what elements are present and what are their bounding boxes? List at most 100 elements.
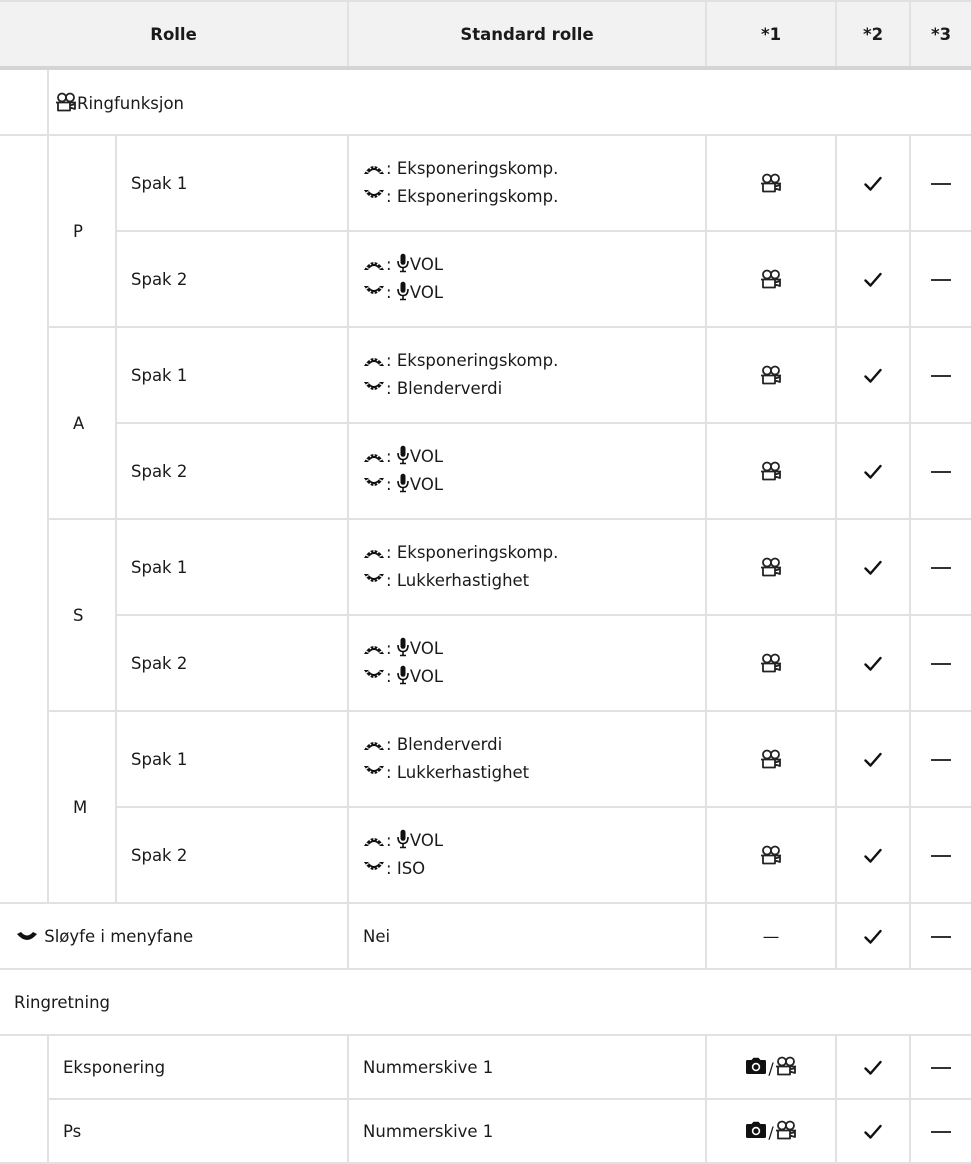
col3-cell (909, 230, 971, 328)
dash-icon (931, 759, 952, 761)
mic-icon (397, 445, 409, 465)
front-dial-icon (364, 645, 385, 654)
col3-cell (909, 422, 971, 520)
rear-dial-value: Blenderverdi (396, 379, 503, 398)
col1-cell (705, 134, 838, 232)
col1-cell (705, 422, 838, 520)
col2-cell (835, 902, 912, 970)
table-row: Spak 2: VOL: VOL (0, 614, 971, 712)
direction-item-cell: Eksponering (46, 1034, 350, 1100)
col3-cell (909, 1034, 971, 1100)
mic-icon (397, 637, 409, 657)
col1-cell (705, 230, 838, 328)
movie-icon (761, 845, 782, 864)
col2-cell (835, 518, 912, 616)
rear-dial-icon (364, 862, 385, 871)
mode-cell: M (47, 710, 117, 904)
front-dial-value: VOL (409, 255, 444, 274)
dash-icon (931, 471, 952, 473)
dash-icon (931, 936, 952, 938)
rear-dial-value: Lukkerhastighet (396, 763, 530, 782)
table-row: P Spak 1: Eksponeringskomp.: Eksponerings… (0, 134, 971, 904)
loop-row: Sløyfe i menyfane Nei — (0, 902, 971, 970)
settings-table: Rolle Standard rolle *1 *2 *3 Ringfunksj… (0, 0, 971, 1164)
lever-cell: Spak 1 (114, 710, 350, 808)
mic-icon (397, 473, 409, 493)
movie-icon (775, 1120, 796, 1140)
rear-dial-value: VOL (409, 667, 444, 686)
dash-icon (931, 183, 952, 185)
lever-cell: Spak 1 (114, 326, 350, 424)
dash-icon (931, 375, 952, 377)
direction-default-cell: Nummerskive 1 (347, 1098, 708, 1164)
check-icon (864, 560, 882, 575)
col1-cell (705, 710, 838, 808)
movie-icon (761, 749, 782, 768)
col1-cell (705, 518, 838, 616)
table-row: S Spak 1: Eksponeringskomp.: Lukkerhastig… (0, 518, 971, 712)
col1-cell: / (705, 1034, 838, 1100)
mode-cell: A (47, 326, 117, 520)
loop-label-cell: Sløyfe i menyfane (0, 902, 350, 970)
check-icon (864, 929, 882, 944)
icon-separator: / (768, 1059, 774, 1078)
col3-cell (909, 806, 971, 904)
table-row: Spak 2: VOL: ISO (0, 806, 971, 904)
movie-icon (775, 1056, 796, 1076)
col2-cell (835, 806, 912, 904)
rear-dial-value: VOL (409, 283, 444, 302)
front-dial-icon (364, 357, 385, 366)
default-role-cell: : Eksponeringskomp.: Blenderverdi (347, 326, 708, 424)
check-icon (864, 368, 882, 383)
rear-dial-icon (364, 478, 385, 487)
table-row: Spak 2: VOL: VOL (0, 230, 971, 328)
col2-cell (835, 326, 912, 424)
rear-dial-value: Eksponeringskomp. (396, 187, 559, 206)
ring-function-label: Ringfunksjon (46, 67, 971, 136)
lever-cell: Spak 2 (114, 422, 350, 520)
movie-icon (761, 365, 782, 384)
header-col3: *3 (909, 0, 971, 70)
movie-icon (761, 269, 782, 288)
table-row: M Spak 1: Blenderverdi: Lukkerhastighet (0, 710, 971, 904)
dash-icon (931, 1067, 952, 1069)
default-role-cell: : VOL: ISO (347, 806, 708, 904)
table-row: Spak 2: VOL: VOL (0, 422, 971, 520)
check-icon (864, 176, 882, 191)
mode-cell: S (47, 518, 117, 712)
col2-cell (835, 422, 912, 520)
col2-cell (835, 134, 912, 232)
col3-cell (909, 614, 971, 712)
mic-icon (397, 829, 409, 849)
front-dial-icon (364, 453, 385, 462)
dash-icon (931, 567, 952, 569)
rear-dial-value: ISO (396, 859, 426, 878)
lever-cell: Spak 2 (114, 806, 350, 904)
col1-cell (705, 806, 838, 904)
col3-cell (909, 710, 971, 808)
rear-dial-icon (364, 190, 385, 199)
front-dial-icon (364, 741, 385, 750)
header-default-role: Standard rolle (347, 0, 708, 70)
front-dial-icon (364, 261, 385, 270)
front-dial-value: Eksponeringskomp. (396, 159, 559, 178)
camera-icon (746, 1121, 767, 1138)
section-ring-function: Ringfunksjon (0, 67, 971, 136)
loop-icon (17, 931, 37, 940)
lever-cell: Spak 1 (114, 518, 350, 616)
header-row: Rolle Standard rolle *1 *2 *3 (0, 0, 971, 70)
col1-cell: / (705, 1098, 838, 1164)
header-col1: *1 (705, 0, 838, 70)
check-icon (864, 656, 882, 671)
lever-cell: Spak 1 (114, 134, 350, 232)
ring-direction-label: Ringretning (0, 968, 971, 1036)
dash-icon (931, 1131, 952, 1133)
front-dial-value: VOL (409, 831, 444, 850)
header-role: Rolle (0, 0, 350, 70)
dash-icon (931, 279, 952, 281)
mic-icon (397, 253, 409, 273)
mode-cell: P (47, 134, 117, 328)
col2-cell (835, 230, 912, 328)
table-row: Ps Nummerskive 1 / (0, 1098, 971, 1164)
col2-cell (835, 614, 912, 712)
